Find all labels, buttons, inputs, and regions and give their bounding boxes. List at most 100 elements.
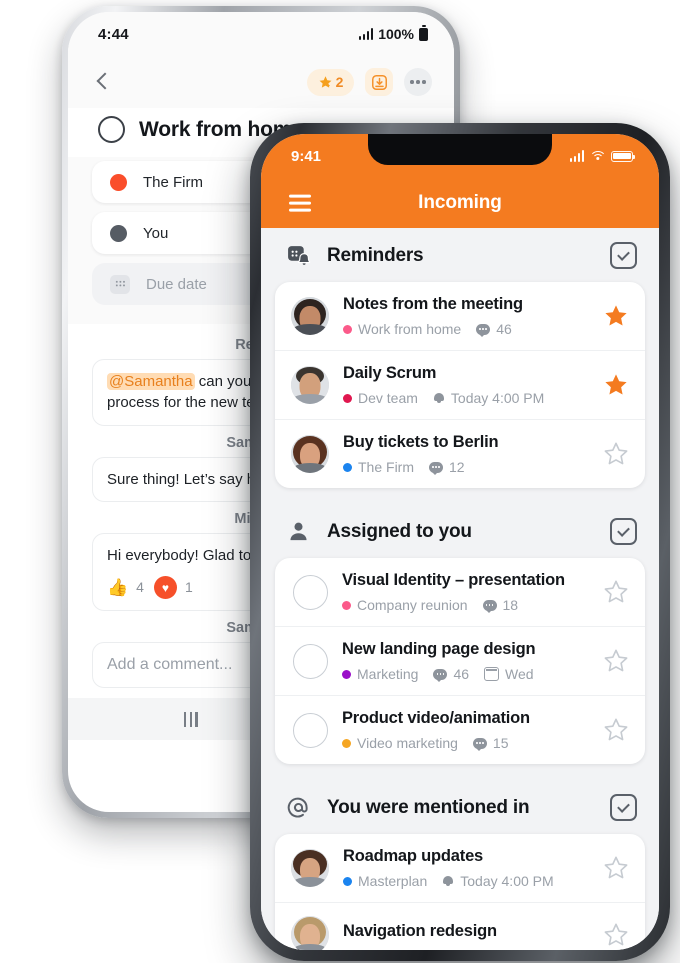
reaction-heart[interactable]: ♥ 1	[153, 576, 193, 600]
list-item-meta: Video marketing 15	[342, 735, 589, 751]
app-header: 9:41 Incoming	[261, 134, 659, 228]
comment-bubble-icon	[429, 461, 443, 475]
comment-text: Hi everybody! Glad to b	[107, 546, 264, 564]
project-dot-icon	[110, 173, 127, 191]
battery-icon	[419, 25, 428, 41]
task-checkbox-icon[interactable]	[293, 574, 328, 610]
recents-icon[interactable]	[183, 711, 198, 727]
section-card-mentions: Roadmap updates Masterplan Today 4:00 PM	[275, 834, 645, 950]
project-dot-icon	[342, 600, 351, 610]
pin-count: 2	[335, 74, 344, 90]
project-dot-icon	[343, 462, 352, 472]
app-nav-row: Incoming	[261, 178, 659, 228]
project-dot-icon	[343, 324, 352, 334]
more-options-button[interactable]	[404, 68, 432, 96]
comment-bubble-icon	[433, 668, 448, 682]
list-item-main: Notes from the meeting Work from home 46	[343, 295, 589, 337]
status-indicators: 100%	[358, 25, 428, 42]
list-item-main: Product video/animation Video marketing …	[342, 709, 589, 751]
star-filled-icon[interactable]	[603, 303, 629, 329]
list-item[interactable]: New landing page design Marketing 46 Wed	[275, 626, 645, 695]
reaction-count: 1	[184, 578, 193, 595]
back-chevron-icon[interactable]	[92, 71, 114, 93]
task-checkbox-icon[interactable]	[293, 712, 328, 748]
list-item-main: Roadmap updates Masterplan Today 4:00 PM	[343, 847, 589, 889]
meta-project: Dev team	[343, 390, 418, 406]
list-item-main: Buy tickets to Berlin The Firm 12	[343, 433, 589, 475]
list-item-meta: The Firm 12	[343, 459, 589, 475]
mention-token[interactable]: @Samantha	[107, 373, 195, 390]
meta-comment-count: 46	[453, 666, 470, 682]
star-outline-icon[interactable]	[603, 922, 629, 948]
list-item[interactable]: Notes from the meeting Work from home 46	[275, 282, 645, 350]
meta-comment-count: 12	[449, 459, 465, 475]
meta-reminder-label: Today 4:00 PM	[450, 390, 545, 406]
meta-project: Work from home	[343, 321, 461, 337]
hamburger-menu-icon[interactable]	[289, 194, 311, 212]
status-indicators	[569, 150, 636, 162]
heart-icon: ♥	[153, 576, 177, 600]
list-item[interactable]: Buy tickets to Berlin The Firm 12	[275, 419, 645, 488]
star-outline-icon[interactable]	[603, 441, 629, 467]
signal-bars-icon	[569, 150, 584, 162]
list-item[interactable]: Roadmap updates Masterplan Today 4:00 PM	[275, 834, 645, 902]
list-item[interactable]: Visual Identity – presentation Company r…	[275, 558, 645, 626]
wifi-icon	[589, 150, 606, 162]
project-dot-icon	[343, 876, 352, 886]
task-checkbox-icon[interactable]	[293, 643, 328, 679]
list-item[interactable]: Navigation redesign	[275, 902, 645, 950]
list-item-title: Daily Scrum	[343, 364, 437, 382]
avatar	[291, 849, 329, 887]
page-title: Incoming	[418, 192, 502, 213]
list-item-title: Notes from the meeting	[343, 295, 523, 313]
list-item[interactable]: Daily Scrum Dev team Today 4:00 PM	[275, 350, 645, 419]
calendar-bell-icon	[285, 243, 311, 269]
meta-project-label: Company reunion	[357, 597, 468, 613]
meta-comments: 15	[472, 735, 509, 751]
meta-comment-count: 18	[502, 597, 519, 613]
section-title: Assigned to you	[327, 520, 472, 542]
inbox-list[interactable]: Reminders Notes from the meeting Work fr…	[261, 228, 659, 950]
meta-project: Masterplan	[343, 873, 427, 889]
person-icon	[285, 519, 311, 545]
back-status-bar: 4:44 100%	[68, 12, 454, 56]
star-outline-icon[interactable]	[603, 855, 629, 881]
bell-icon	[442, 875, 454, 888]
meta-project-label: Dev team	[358, 390, 418, 406]
star-outline-icon[interactable]	[603, 717, 629, 743]
meta-date: Wed	[484, 666, 534, 682]
bell-icon	[433, 392, 445, 405]
project-dot-icon	[342, 669, 351, 679]
project-dot-icon	[343, 393, 352, 403]
check-square-icon[interactable]	[610, 518, 637, 545]
check-square-icon[interactable]	[610, 242, 637, 269]
comment-bubble-icon	[482, 599, 497, 613]
circle-checkbox-icon[interactable]	[98, 116, 125, 143]
star-outline-icon[interactable]	[603, 579, 629, 605]
meta-reminder-label: Today 4:00 PM	[460, 873, 554, 889]
section-card-reminders: Notes from the meeting Work from home 46	[275, 282, 645, 488]
meta-project-label: Video marketing	[357, 735, 458, 751]
assignee-chip-label: You	[143, 224, 169, 242]
list-item-title: New landing page design	[342, 640, 536, 658]
check-square-icon[interactable]	[610, 794, 637, 821]
meta-comments: 46	[476, 321, 512, 337]
list-item-main: Visual Identity – presentation Company r…	[342, 571, 589, 613]
avatar	[291, 297, 329, 335]
meta-project-label: Work from home	[358, 321, 462, 337]
meta-reminder: Today 4:00 PM	[442, 873, 554, 889]
back-toolbar: 2	[68, 56, 454, 108]
star-outline-icon[interactable]	[603, 648, 629, 674]
toolbar-actions: 2	[307, 68, 432, 96]
star-pin-icon	[319, 75, 332, 88]
meta-comments: 12	[429, 459, 465, 475]
reaction-count: 4	[136, 578, 144, 595]
comment-text-line2: process for the new te	[107, 394, 255, 412]
download-box-button[interactable]	[365, 68, 393, 96]
star-pin-button[interactable]: 2	[307, 68, 354, 96]
star-filled-icon[interactable]	[603, 372, 629, 398]
front-phone-screen: 9:41 Incoming Reminders Notes from the m…	[261, 134, 659, 950]
list-item[interactable]: Product video/animation Video marketing …	[275, 695, 645, 764]
section-card-assigned: Visual Identity – presentation Company r…	[275, 558, 645, 764]
reaction-thumbs-up[interactable]: 👍 4	[107, 578, 144, 598]
